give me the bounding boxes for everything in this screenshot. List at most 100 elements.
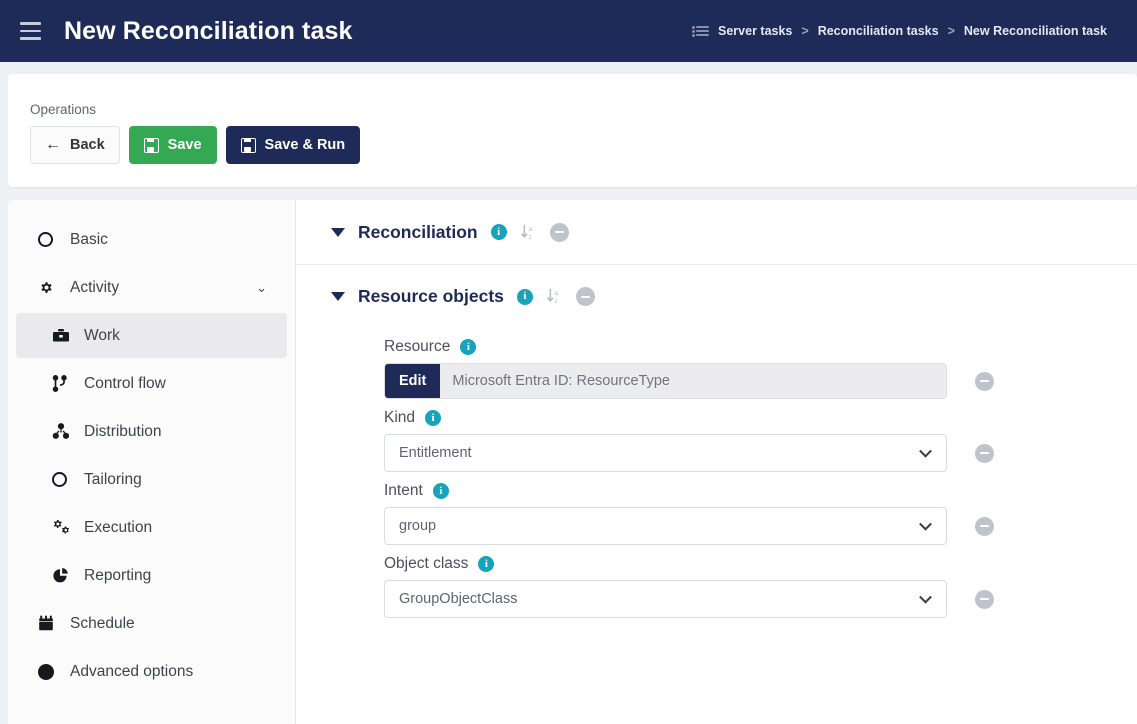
circle-icon — [52, 472, 78, 487]
section-header-reconciliation: Reconciliation i az — [296, 200, 1137, 264]
remove-field-button[interactable] — [975, 371, 994, 391]
chevron-down-icon — [919, 590, 932, 604]
info-icon[interactable]: i — [478, 556, 495, 572]
back-button[interactable]: ← Back — [30, 126, 120, 164]
hamburger-line — [19, 22, 41, 25]
kind-select[interactable]: Entitlement — [384, 434, 947, 472]
section-title: Reconciliation — [358, 221, 478, 242]
save-and-run-button[interactable]: Save & Run — [225, 126, 361, 164]
edit-button[interactable]: Edit — [385, 364, 441, 398]
caret-down-icon[interactable] — [331, 292, 345, 301]
field-label: Object class — [384, 555, 469, 572]
sidebar-item-distribution[interactable]: Distribution — [16, 409, 287, 454]
field-label-wrap: Object class i — [384, 555, 1137, 573]
back-button-label: Back — [70, 137, 105, 153]
field-row: Edit Microsoft Entra ID: ResourceType — [384, 363, 1137, 399]
branch-icon — [52, 375, 78, 392]
remove-field-button[interactable] — [975, 589, 994, 609]
sidebar-item-work[interactable]: Work — [16, 313, 287, 358]
sidebar-item-label: Control flow — [84, 374, 166, 392]
briefcase-icon — [52, 328, 78, 344]
info-icon[interactable]: i — [460, 339, 477, 355]
gear-icon — [38, 279, 64, 296]
top-header-bar: New Reconciliation task Server tasks > R… — [0, 0, 1137, 62]
sidebar-item-control-flow[interactable]: Control flow — [16, 361, 287, 406]
gears-icon — [52, 519, 78, 536]
field-label-wrap: Kind i — [384, 409, 1137, 427]
sidebar-item-label: Execution — [84, 518, 153, 536]
sidebar-item-label: Schedule — [70, 614, 135, 632]
calendar-icon — [38, 615, 64, 632]
remove-section-button[interactable] — [575, 287, 595, 306]
sort-alpha-down-icon[interactable]: az — [546, 288, 563, 305]
breadcrumb-item-reconciliation-tasks[interactable]: Reconciliation tasks — [818, 24, 939, 38]
chevron-down-icon — [919, 444, 932, 458]
remove-field-button[interactable] — [975, 516, 994, 536]
pie-chart-icon — [52, 567, 78, 584]
sidebar-item-label: Work — [84, 326, 120, 344]
hamburger-line — [19, 37, 41, 40]
sidebar-item-schedule[interactable]: Schedule — [16, 601, 287, 646]
svg-text:a: a — [554, 290, 558, 297]
remove-field-button[interactable] — [975, 443, 994, 463]
sidebar-item-tailoring[interactable]: Tailoring — [16, 457, 287, 502]
info-icon[interactable]: i — [490, 224, 507, 240]
sidebar-item-reporting[interactable]: Reporting — [16, 553, 287, 598]
object-class-select[interactable]: GroupObjectClass — [384, 580, 947, 618]
chevron-down-icon — [919, 517, 932, 531]
resource-input-group: Edit Microsoft Entra ID: ResourceType — [384, 363, 947, 399]
hamburger-icon[interactable] — [12, 13, 48, 49]
breadcrumb-item-server-tasks[interactable]: Server tasks — [718, 24, 792, 38]
filled-circle-icon — [38, 663, 64, 680]
section-header-resource-objects: Resource objects i az — [296, 264, 1137, 328]
field-kind: Kind i Entitlement — [296, 399, 1137, 472]
sidebar-item-execution[interactable]: Execution — [16, 505, 287, 550]
floppy-disk-icon — [143, 137, 159, 153]
operations-label: Operations — [30, 102, 97, 117]
sidebar-item-label: Distribution — [84, 422, 162, 440]
nodes-icon — [52, 423, 78, 440]
breadcrumb-item-current: New Reconciliation task — [963, 24, 1107, 38]
breadcrumb-separator: > — [947, 24, 955, 38]
main-content-panel: Reconciliation i az Resource objects i a… — [296, 200, 1137, 724]
field-label: Kind — [384, 409, 416, 426]
chevron-down-icon[interactable]: ⌄ — [256, 280, 267, 296]
info-icon[interactable]: i — [516, 288, 533, 305]
breadcrumb: Server tasks > Reconciliation tasks > Ne… — [692, 24, 1107, 38]
arrow-left-icon: ← — [45, 136, 61, 153]
sidebar-item-activity[interactable]: Activity ⌄ — [16, 265, 287, 310]
floppy-disk-icon — [240, 137, 256, 153]
svg-text:z: z — [554, 298, 557, 305]
caret-down-icon[interactable] — [331, 227, 345, 237]
sidebar-item-label: Reporting — [84, 566, 152, 584]
remove-section-button[interactable] — [549, 222, 569, 242]
save-button[interactable]: Save — [128, 126, 217, 164]
sidebar-item-label: Basic — [70, 230, 108, 248]
intent-select[interactable]: group — [384, 507, 947, 545]
sidebar-item-basic[interactable]: Basic — [16, 217, 287, 262]
sort-alpha-down-icon[interactable]: az — [520, 224, 537, 241]
info-icon[interactable]: i — [432, 483, 449, 499]
page-title: New Reconciliation task — [64, 16, 353, 45]
sidebar-nav: Basic Activity ⌄ Work Control flow Distr… — [8, 200, 296, 724]
field-row: GroupObjectClass — [384, 580, 1137, 618]
sidebar-item-label: Advanced options — [70, 662, 194, 680]
svg-text:z: z — [528, 234, 531, 241]
sidebar-item-label: Tailoring — [84, 470, 142, 488]
section-title: Resource objects — [358, 286, 504, 306]
circle-icon — [38, 232, 64, 247]
field-label: Resource — [384, 338, 451, 355]
resource-value: Microsoft Entra ID: ResourceType — [440, 364, 946, 398]
intent-select-value: group — [399, 518, 437, 534]
field-resource: Resource i Edit Microsoft Entra ID: Reso… — [296, 328, 1137, 399]
field-label: Intent — [384, 482, 423, 499]
hamburger-line — [19, 29, 41, 33]
operations-card: Operations ← Back Save Save & Run — [8, 74, 1137, 187]
operations-button-group: ← Back Save Save & Run — [30, 126, 361, 164]
info-icon[interactable]: i — [425, 410, 442, 426]
field-row: Entitlement — [384, 434, 1137, 472]
object-class-select-value: GroupObjectClass — [399, 591, 518, 607]
save-and-run-button-label: Save & Run — [264, 137, 346, 153]
field-label-wrap: Intent i — [384, 482, 1137, 500]
sidebar-item-advanced-options[interactable]: Advanced options — [16, 649, 287, 694]
